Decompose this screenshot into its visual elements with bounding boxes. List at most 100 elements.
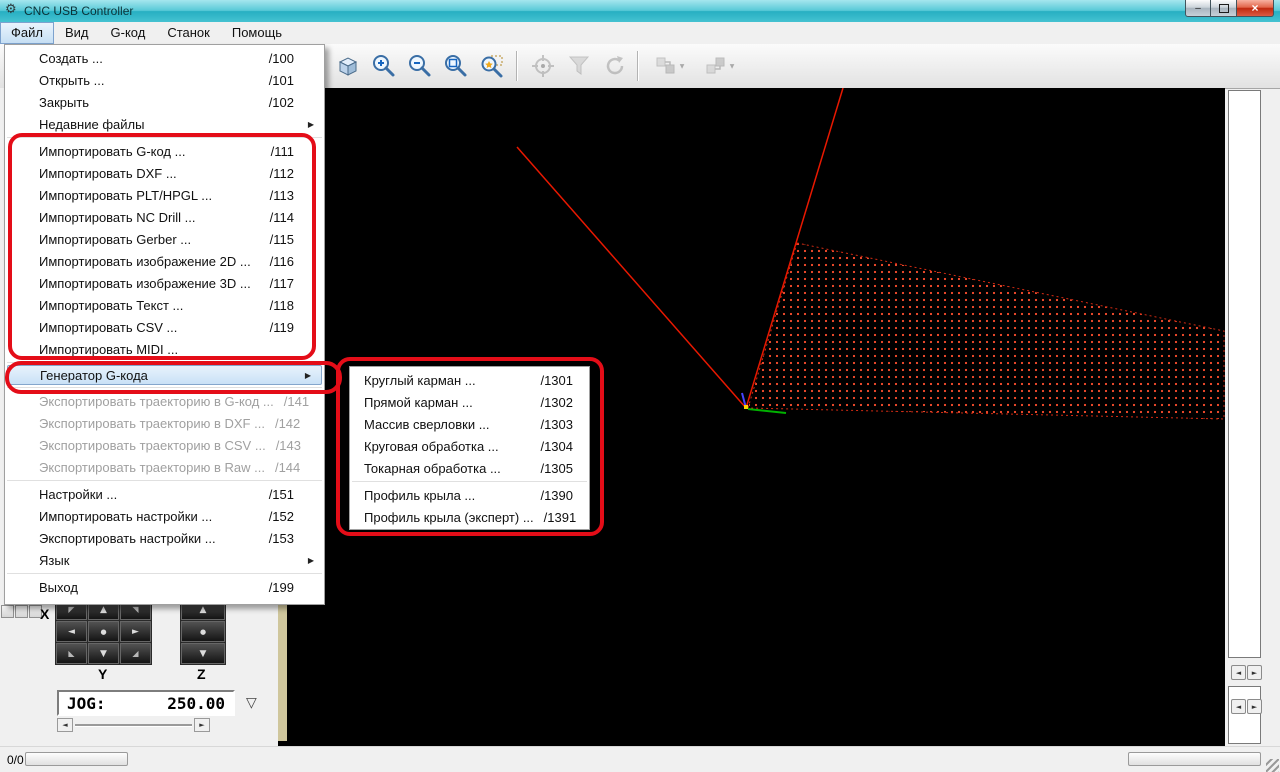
menubar-item-gcode[interactable]: G-код xyxy=(100,22,157,44)
axis-z-label: Z xyxy=(197,666,206,682)
jog-speed-value: 250.00 xyxy=(167,693,225,713)
left-arrow-icon: ◄ xyxy=(68,626,75,637)
right-lower-panel[interactable] xyxy=(1228,686,1261,744)
jog-slider-left-button[interactable]: ◄ xyxy=(57,718,73,732)
menu-item-import-midi[interactable]: Импортировать MIDI ... xyxy=(5,338,324,360)
submenu-item-lathe[interactable]: Токарная обработка .../1305 xyxy=(350,457,589,479)
jog-speed-display[interactable]: JOG: 250.00 xyxy=(57,690,235,716)
jog-z-minus-button[interactable]: ▼ xyxy=(181,643,225,664)
minimize-icon: – xyxy=(1195,2,1201,14)
jog-speed-dropdown-button[interactable]: ▽ xyxy=(246,695,257,711)
menu-separator xyxy=(7,387,322,388)
right-lower-scroll-left-button[interactable]: ◄ xyxy=(1231,699,1246,714)
menu-item-import-plt-hpgl[interactable]: Импортировать PLT/HPGL .../113 xyxy=(5,184,324,206)
left-arrow-icon: ◄ xyxy=(62,721,68,729)
right-arrow-icon: ► xyxy=(1251,702,1258,711)
zoom-out-button[interactable] xyxy=(403,49,437,83)
menu-bar: Файл Вид G-код Станок Помощь xyxy=(0,22,1280,44)
window-title: CNC USB Controller xyxy=(24,4,134,18)
submenu-item-circular-milling[interactable]: Круговая обработка .../1304 xyxy=(350,435,589,457)
jog-y-minus-button[interactable]: ▼ xyxy=(88,643,119,664)
menu-item-exit[interactable]: Выход/199 xyxy=(5,576,324,598)
minimize-button[interactable]: – xyxy=(1185,0,1211,17)
status-bar: 0/0 xyxy=(0,746,1280,772)
menu-item-recent-files[interactable]: Недавние файлы ▶ xyxy=(5,113,324,135)
line-counter: 0/0 xyxy=(7,753,24,767)
menu-item-open[interactable]: Открыть .../101 xyxy=(5,69,324,91)
submenu-item-wing-profile[interactable]: Профиль крыла .../1390 xyxy=(350,484,589,506)
right-scroll-left-button[interactable]: ◄ xyxy=(1231,665,1246,680)
view-3d-cube-button[interactable] xyxy=(331,49,365,83)
center-dot-icon: ● xyxy=(100,627,107,636)
jog-stop-button[interactable]: ● xyxy=(88,621,119,642)
menu-item-language[interactable]: Язык ▶ xyxy=(5,549,324,571)
menu-item-settings[interactable]: Настройки .../151 xyxy=(5,483,324,505)
left-arrow-icon: ◄ xyxy=(1235,702,1242,711)
simulation-button xyxy=(526,49,560,83)
submenu-item-rect-pocket[interactable]: Прямой карман .../1302 xyxy=(350,391,589,413)
submenu-arrow-icon: ▶ xyxy=(307,555,314,565)
menu-item-import-gcode[interactable]: Импортировать G-код .../111 xyxy=(5,140,324,162)
right-lower-scroll-right-button[interactable]: ► xyxy=(1247,699,1262,714)
menu-item-export-csv: Экспортировать траекторию в CSV .../143 xyxy=(39,437,301,453)
menu-item-import-text[interactable]: Импортировать Текст .../118 xyxy=(5,294,324,316)
app-window: ⚙ CNC USB Controller – × Файл Вид G-код … xyxy=(0,0,1280,772)
menu-separator xyxy=(7,137,322,138)
menu-item-export-settings[interactable]: Экспортировать настройки .../153 xyxy=(5,527,324,549)
menu-item-new[interactable]: Создать .../100 xyxy=(5,47,324,69)
right-arrow-icon: ► xyxy=(1251,668,1258,677)
tool-offset-b-icon xyxy=(706,57,725,74)
jog-slider-track[interactable] xyxy=(75,724,192,726)
zoom-window-button[interactable] xyxy=(475,49,509,83)
tool-offset-a-icon xyxy=(656,57,675,74)
right-arrow-icon: ► xyxy=(199,721,205,729)
menu-item-import-settings[interactable]: Импортировать настройки .../152 xyxy=(5,505,324,527)
maximize-icon xyxy=(1218,3,1229,13)
jog-x-plus-button[interactable]: ► xyxy=(120,621,151,642)
progress-bar-right xyxy=(1128,752,1261,766)
down-arrow-icon: ▼ xyxy=(100,648,107,659)
right-arrow-icon: ► xyxy=(132,626,139,637)
close-button[interactable]: × xyxy=(1237,0,1274,17)
menubar-item-help[interactable]: Помощь xyxy=(221,22,293,44)
submenu-item-wing-profile-expert[interactable]: Профиль крыла (эксперт) .../1391 xyxy=(350,506,589,528)
menu-item-gcode-generator[interactable]: Генератор G-кода ▶ xyxy=(7,365,322,385)
gcode-generator-submenu: Круглый карман .../1301 Прямой карман ..… xyxy=(349,366,590,530)
resize-grip[interactable] xyxy=(1266,759,1279,772)
jog-pad-xy: ◤ ▲ ◥ ◄ ● ► ◣ ▼ ◢ xyxy=(55,598,152,665)
origin-marker xyxy=(744,405,748,409)
right-list-panel[interactable] xyxy=(1228,90,1261,658)
menu-separator xyxy=(352,481,587,482)
zoom-in-button[interactable] xyxy=(367,49,401,83)
zoom-extents-icon xyxy=(445,55,467,77)
dropdown-arrow-icon: ▼ xyxy=(679,62,685,70)
menubar-item-machine[interactable]: Станок xyxy=(156,22,221,44)
jog-z-stop-button[interactable]: ● xyxy=(181,621,225,642)
dropdown-arrow-icon: ▼ xyxy=(729,62,735,70)
tool-offset-a-button: ▼ xyxy=(647,49,691,83)
right-scroll-right-button[interactable]: ► xyxy=(1247,665,1262,680)
filter-icon xyxy=(568,56,590,75)
zoom-window-icon xyxy=(481,55,503,78)
menu-item-import-csv[interactable]: Импортировать CSV .../119 xyxy=(5,316,324,338)
submenu-item-drill-array[interactable]: Массив сверловки .../1303 xyxy=(350,413,589,435)
diag-up-right-icon: ◥ xyxy=(132,605,139,614)
jog-dropdown-icon: ▽ xyxy=(246,695,257,711)
jog-diag-down-left-button[interactable]: ◣ xyxy=(56,643,87,664)
jog-diag-down-right-button[interactable]: ◢ xyxy=(120,643,151,664)
maximize-button[interactable] xyxy=(1211,0,1237,17)
menu-item-import-nc-drill[interactable]: Импортировать NC Drill .../114 xyxy=(5,206,324,228)
jog-slider-right-button[interactable]: ► xyxy=(194,718,210,732)
menu-item-import-gerber[interactable]: Импортировать Gerber .../115 xyxy=(5,228,324,250)
tool-offset-b-button: ▼ xyxy=(697,49,741,83)
jog-x-minus-button[interactable]: ◄ xyxy=(56,621,87,642)
menu-item-import-image-2d[interactable]: Импортировать изображение 2D .../116 xyxy=(5,250,324,272)
menu-item-close[interactable]: Закрыть/102 xyxy=(5,91,324,113)
menu-item-import-image-3d[interactable]: Импортировать изображение 3D .../117 xyxy=(5,272,324,294)
zoom-extents-button[interactable] xyxy=(439,49,473,83)
menubar-item-view[interactable]: Вид xyxy=(54,22,100,44)
menu-item-import-dxf[interactable]: Импортировать DXF .../112 xyxy=(5,162,324,184)
menubar-item-file[interactable]: Файл xyxy=(0,22,54,44)
submenu-item-round-pocket[interactable]: Круглый карман .../1301 xyxy=(350,369,589,391)
rotate-view-button xyxy=(598,49,632,83)
